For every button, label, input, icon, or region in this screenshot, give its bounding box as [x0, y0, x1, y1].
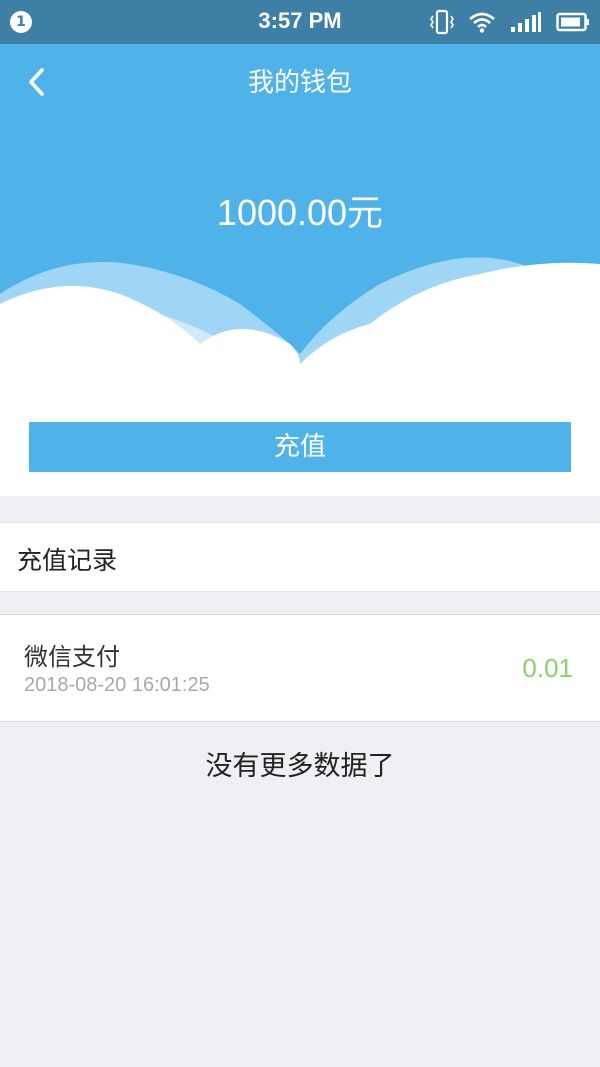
status-icons: [430, 8, 590, 36]
record-amount: 0.01: [522, 653, 573, 683]
list-item[interactable]: 微信支付 2018-08-20 16:01:25 0.01: [0, 614, 600, 722]
cloud-decoration: [0, 257, 600, 400]
section-title: 充值记录: [17, 546, 118, 575]
no-more-data-text: 没有更多数据了: [205, 751, 395, 782]
battery-icon: [556, 12, 589, 32]
signal-icon: [511, 12, 541, 32]
recharge-area: 充值: [0, 400, 600, 496]
wifi-icon: [469, 12, 495, 33]
page-title: 我的钱包: [247, 68, 352, 98]
vibrate-icon: [430, 9, 454, 35]
wallet-header: 我的钱包 1000.00元: [0, 44, 600, 400]
recharge-button[interactable]: 充值: [29, 422, 571, 472]
recharge-records-header: 充值记录: [0, 522, 600, 592]
record-time: 2018-08-20 16:01:25: [24, 674, 210, 696]
status-bar: 1 3:57 PM: [0, 0, 600, 44]
payment-method: 微信支付: [24, 643, 120, 671]
